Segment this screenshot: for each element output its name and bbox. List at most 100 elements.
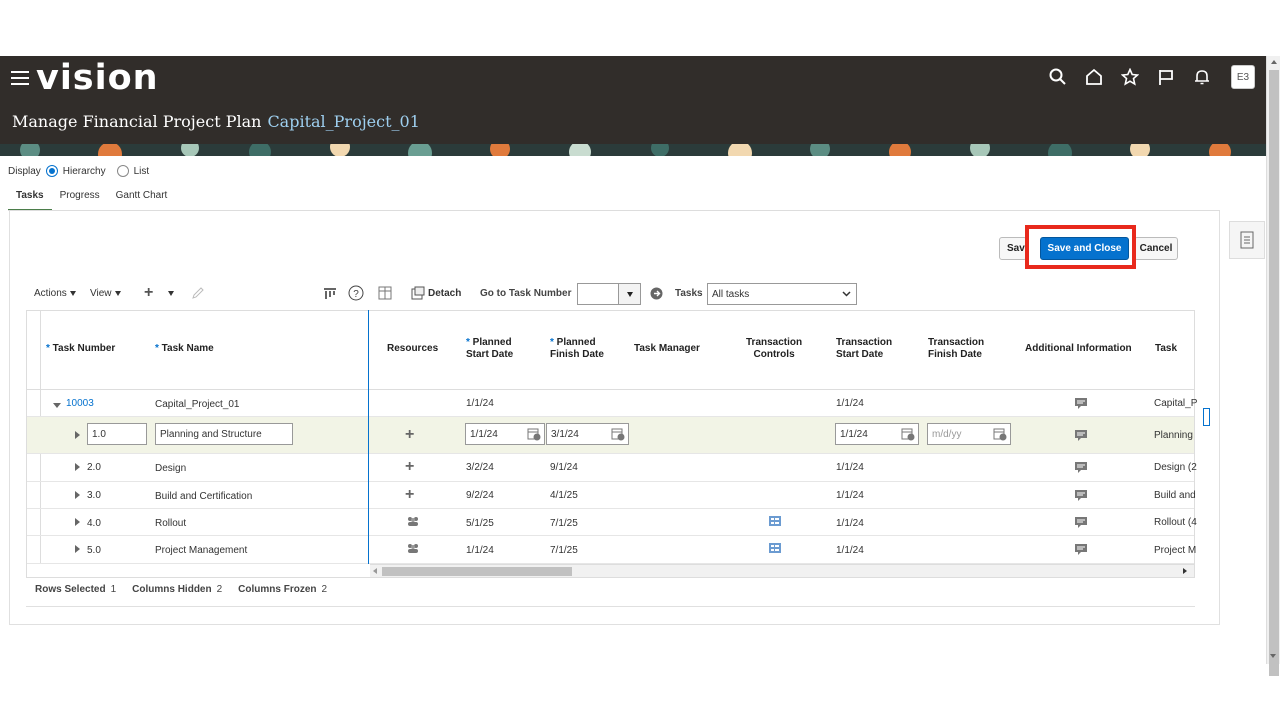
menu-icon[interactable] [11, 71, 29, 85]
additional-info-icon[interactable] [1074, 516, 1088, 531]
col-planned-finish-line1: Planned [556, 337, 596, 348]
search-icon[interactable] [1040, 66, 1076, 88]
additional-info-icon[interactable] [1074, 397, 1088, 412]
col-transaction-finish[interactable]: Transaction Finish Date [928, 337, 984, 361]
detach-button[interactable]: Detach [411, 283, 461, 303]
rows-selected: Rows Selected 1 [35, 584, 116, 595]
tab-progress[interactable]: Progress [52, 188, 108, 211]
star-icon[interactable] [1112, 66, 1148, 88]
help-icon[interactable]: ? [348, 283, 364, 303]
col-resources[interactable]: Resources [387, 343, 438, 355]
add-task-button[interactable]: + [144, 283, 153, 303]
tab-gantt-chart[interactable]: Gantt Chart [108, 188, 176, 211]
vertical-scrollbar[interactable] [1266, 56, 1280, 676]
col-tf-line2: Finish Date [928, 349, 982, 360]
task-cell: Design (2 [1154, 462, 1197, 473]
scrollbar-thumb[interactable] [382, 567, 572, 576]
svg-text:?: ? [353, 289, 359, 300]
tab-tasks[interactable]: Tasks [8, 188, 52, 211]
scroll-down-arrow[interactable] [1270, 654, 1276, 658]
bell-icon[interactable] [1184, 66, 1220, 88]
actions-menu[interactable]: Actions [34, 283, 76, 303]
scroll-right-arrow[interactable] [1183, 568, 1187, 574]
team-icon[interactable] [407, 516, 419, 529]
add-resource-icon[interactable]: + [405, 458, 414, 476]
goto-task-number-input[interactable] [577, 283, 641, 305]
transaction-finish-field[interactable]: m/d/yy [927, 423, 1011, 445]
table-row[interactable]: 4.0 Rollout 5/1/25 7/1/25 1/1/24 Rollout… [27, 509, 1197, 536]
expand-icon[interactable] [75, 545, 80, 556]
table-row-selected[interactable]: 1.0 Planning and Structure + 1/1/24 3/1/… [27, 417, 1194, 454]
transaction-start: 1/1/24 [836, 518, 864, 529]
table-row[interactable]: 2.0 Design + 3/2/24 9/1/24 1/1/24 Design… [27, 454, 1197, 482]
user-avatar[interactable]: E3 [1231, 65, 1255, 89]
header-icons [1040, 66, 1220, 88]
columns-frozen: Columns Frozen 2 [238, 584, 327, 595]
transaction-controls-icon[interactable] [768, 515, 782, 530]
task-number-link[interactable]: 10003 [66, 398, 94, 409]
task-cell: Project M [1154, 545, 1197, 556]
expand-icon[interactable] [75, 463, 80, 474]
go-arrow-icon[interactable] [650, 283, 663, 303]
calendar-icon [527, 428, 541, 441]
additional-info-icon[interactable] [1074, 429, 1088, 444]
task-name-field[interactable]: Planning and Structure [155, 423, 293, 445]
col-planned-finish[interactable]: * Planned Finish Date [550, 337, 604, 361]
horizontal-scrollbar[interactable] [370, 564, 1194, 577]
col-task-name[interactable]: * Task Name [155, 343, 214, 355]
col-planned-start-line1: Planned [472, 337, 512, 348]
col-transaction-controls[interactable]: Transaction Controls [746, 337, 802, 361]
expand-icon[interactable] [75, 518, 80, 529]
tasks-filter-label: Tasks [675, 287, 703, 299]
edit-pencil-icon[interactable] [191, 283, 205, 303]
task-number-field[interactable]: 1.0 [87, 423, 147, 445]
col-task-number[interactable]: * Task Number [46, 343, 115, 355]
table-row[interactable]: 10003 Capital_Project_01 1/1/24 1/1/24 C… [27, 390, 1198, 417]
row-collapse-handle[interactable] [1203, 408, 1210, 426]
chevron-down-icon[interactable] [618, 284, 640, 304]
additional-info-icon[interactable] [1074, 461, 1088, 476]
add-resource-icon[interactable]: + [405, 486, 414, 504]
tasks-filter-value: All tasks [712, 288, 750, 300]
table-row[interactable]: 3.0 Build and Certification + 9/2/24 4/1… [27, 482, 1196, 509]
radio-hierarchy[interactable] [45, 165, 58, 177]
add-resource-icon[interactable]: + [405, 426, 414, 444]
task-name: Project Management [155, 545, 248, 556]
col-transaction-start[interactable]: Transaction Start Date [836, 337, 892, 361]
add-options-dropdown[interactable] [168, 283, 174, 303]
home-icon[interactable] [1076, 66, 1112, 88]
transaction-start-field[interactable]: 1/1/24 [835, 423, 919, 445]
radio-list[interactable] [116, 165, 129, 177]
col-additional-info[interactable]: Additional Information [1025, 343, 1132, 355]
collapse-icon[interactable] [53, 400, 61, 411]
planned-start: 1/1/24 [466, 398, 494, 409]
save-button[interactable]: Sav [999, 237, 1027, 260]
col-planned-start[interactable]: * Planned Start Date [466, 337, 513, 361]
columns-icon[interactable] [323, 283, 337, 303]
tasks-filter-select[interactable]: All tasks [707, 283, 857, 305]
freeze-icon[interactable] [378, 283, 392, 303]
col-task[interactable]: Task [1155, 343, 1177, 355]
scroll-left-arrow[interactable] [373, 568, 377, 574]
page-title: Manage Financial Project Plan Capital_Pro… [12, 112, 420, 131]
planned-finish-field[interactable]: 3/1/24 [546, 423, 629, 445]
side-panel-button[interactable] [1229, 221, 1265, 259]
team-icon[interactable] [407, 543, 419, 556]
cancel-button[interactable]: Cancel [1134, 237, 1178, 260]
banner-pattern [0, 144, 1266, 156]
task-cell: Capital_P [1154, 398, 1198, 409]
transaction-controls-icon[interactable] [768, 542, 782, 557]
table-row[interactable]: 5.0 Project Management 1/1/24 7/1/25 1/1… [27, 536, 1197, 564]
col-task-manager[interactable]: Task Manager [634, 343, 700, 355]
chevron-down-icon [842, 289, 851, 301]
rows-selected-value: 1 [110, 584, 117, 595]
planned-finish: 7/1/25 [550, 545, 578, 556]
expand-icon[interactable] [75, 431, 80, 442]
flag-icon[interactable] [1148, 66, 1184, 88]
task-name: Design [155, 463, 187, 474]
additional-info-icon[interactable] [1074, 489, 1088, 504]
view-menu[interactable]: View [90, 283, 121, 303]
planned-start-field[interactable]: 1/1/24 [465, 423, 545, 445]
expand-icon[interactable] [75, 491, 80, 502]
additional-info-icon[interactable] [1074, 543, 1088, 558]
